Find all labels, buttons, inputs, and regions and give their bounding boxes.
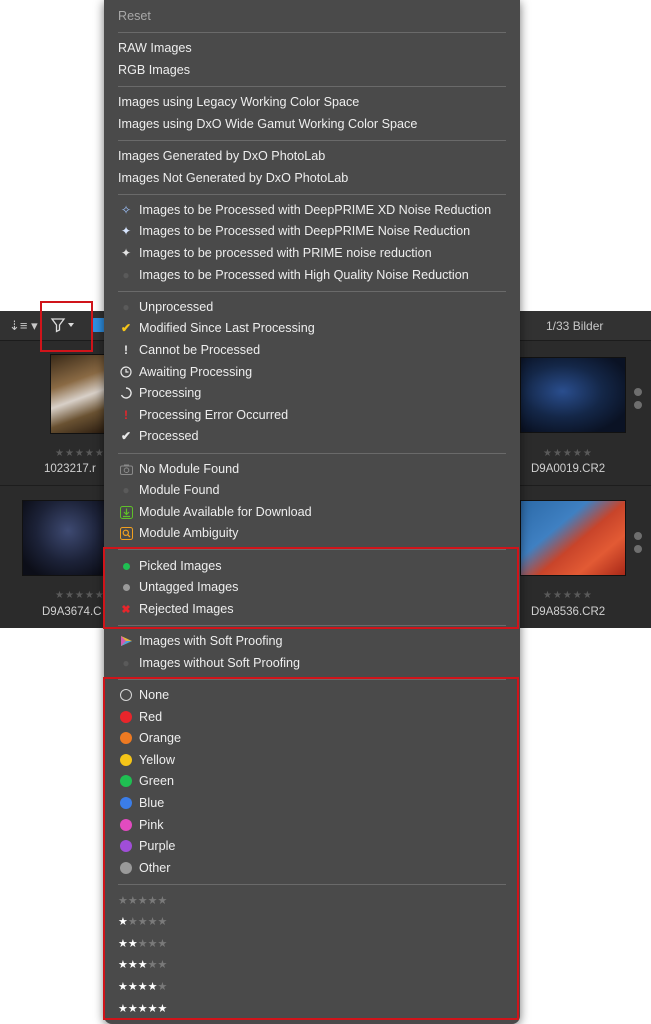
menu-item-deepprime[interactable]: ✦ Images to be Processed with DeepPRIME … bbox=[118, 221, 470, 241]
menu-item-label: Module Ambiguity bbox=[139, 526, 239, 540]
thumbnail-filename: 1023217.r bbox=[44, 463, 96, 475]
menu-item-label: Images to be processed with PRIME noise … bbox=[139, 246, 432, 260]
menu-separator bbox=[118, 32, 506, 33]
menu-item-processing-error[interactable]: ! Processing Error Occurred bbox=[118, 405, 288, 425]
menu-item-awaiting-processing[interactable]: Awaiting Processing bbox=[118, 362, 252, 382]
menu-item-label: Unprocessed bbox=[139, 300, 214, 314]
screen: ⇣≡ ▾ 1/33 Bilder ★★★★★ 1023217.r ★★★★★ D… bbox=[0, 0, 651, 1024]
sparkle-icon: ✦ bbox=[120, 246, 132, 260]
download-icon bbox=[118, 504, 134, 520]
progress-spinner-icon bbox=[118, 385, 134, 401]
thumbnail-image[interactable] bbox=[520, 500, 626, 576]
menu-item-label: Images to be Processed with DeepPRIME No… bbox=[139, 224, 471, 238]
menu-item-not-generated-by-photolab[interactable]: Images Not Generated by DxO PhotoLab bbox=[118, 168, 348, 188]
thumbnail-indicator-dots bbox=[634, 388, 642, 414]
thumbnail-filename: D9A8536.CR2 bbox=[531, 606, 606, 618]
sparkle-magic-icon: ✧ bbox=[120, 203, 132, 217]
menu-item-deepprime-xd[interactable]: ✧ Images to be Processed with DeepPRIME … bbox=[118, 200, 491, 220]
menu-item-label: Modified Since Last Processing bbox=[139, 321, 315, 335]
filter-button-highlight bbox=[40, 301, 93, 352]
thumbnail-image[interactable] bbox=[50, 354, 106, 434]
image-count: 1/33 Bilder bbox=[546, 319, 604, 333]
menu-item-label: Processed bbox=[139, 429, 199, 443]
ambiguity-search-icon bbox=[118, 525, 134, 541]
menu-separator bbox=[118, 140, 506, 141]
menu-item-rgb-images[interactable]: RGB Images bbox=[118, 60, 190, 80]
menu-item-modified-since-processing[interactable]: ✔ Modified Since Last Processing bbox=[118, 318, 315, 338]
menu-item-label: Module Found bbox=[139, 483, 220, 497]
menu-item-label: Images with Soft Proofing bbox=[139, 634, 283, 648]
thumbnail-indicator-dots bbox=[634, 532, 642, 558]
menu-item-label: Images without Soft Proofing bbox=[139, 656, 301, 670]
menu-separator bbox=[118, 453, 506, 454]
rating-stars[interactable]: ★★★★★ bbox=[543, 448, 593, 459]
menu-item-high-quality-noise[interactable]: ● Images to be Processed with High Quali… bbox=[118, 265, 469, 285]
menu-item-module-available-download[interactable]: Module Available for Download bbox=[118, 502, 312, 522]
rating-stars[interactable]: ★★★★★ bbox=[55, 590, 105, 601]
menu-item-unprocessed[interactable]: ● Unprocessed bbox=[118, 297, 213, 317]
thumbnail-filename: D9A0019.CR2 bbox=[531, 463, 606, 475]
no-soft-proofing-icon: ● bbox=[122, 656, 130, 670]
menu-item-wide-gamut-color-space[interactable]: Images using DxO Wide Gamut Working Colo… bbox=[118, 114, 417, 134]
menu-item-without-soft-proofing[interactable]: ● Images without Soft Proofing bbox=[118, 653, 300, 673]
menu-item-no-module-found[interactable]: No Module Found bbox=[118, 459, 239, 479]
exclamation-icon: ! bbox=[124, 343, 128, 357]
menu-item-processing[interactable]: Processing bbox=[118, 383, 201, 403]
menu-item-label: Awaiting Processing bbox=[139, 365, 253, 379]
menu-item-prime[interactable]: ✦ Images to be processed with PRIME nois… bbox=[118, 243, 432, 263]
tags-section-highlight bbox=[103, 547, 519, 629]
sort-icon[interactable]: ⇣≡ ▾ bbox=[9, 318, 38, 334]
module-icon: ● bbox=[122, 483, 130, 497]
menu-item-module-found[interactable]: ● Module Found bbox=[118, 480, 220, 500]
menu-item-legacy-color-space[interactable]: Images using Legacy Working Color Space bbox=[118, 92, 359, 112]
menu-item-generated-by-photolab[interactable]: Images Generated by DxO PhotoLab bbox=[118, 146, 325, 166]
thumbnail-image[interactable] bbox=[22, 500, 106, 576]
checkmark-yellow-icon: ✔ bbox=[120, 321, 132, 335]
menu-separator bbox=[118, 86, 506, 87]
menu-item-label: Processing bbox=[139, 386, 202, 400]
hq-icon: ● bbox=[122, 268, 130, 282]
checkmark-icon: ✔ bbox=[120, 429, 132, 443]
thumbnail-image[interactable] bbox=[520, 357, 626, 433]
clock-icon bbox=[118, 364, 134, 380]
error-exclamation-icon: ! bbox=[124, 408, 128, 422]
menu-item-with-soft-proofing[interactable]: Images with Soft Proofing bbox=[118, 631, 283, 651]
menu-item-processed[interactable]: ✔ Processed bbox=[118, 426, 199, 446]
menu-separator bbox=[118, 291, 506, 292]
menu-separator bbox=[118, 194, 506, 195]
menu-item-label: Images to be Processed with High Quality… bbox=[139, 268, 469, 282]
rating-stars[interactable]: ★★★★★ bbox=[55, 448, 105, 459]
menu-item-label: No Module Found bbox=[139, 462, 240, 476]
menu-item-label: Module Available for Download bbox=[139, 505, 312, 519]
menu-item-cannot-be-processed[interactable]: ! Cannot be Processed bbox=[118, 340, 260, 360]
soft-proofing-icon bbox=[118, 633, 134, 649]
rating-stars[interactable]: ★★★★★ bbox=[543, 590, 593, 601]
menu-item-label: Processing Error Occurred bbox=[139, 408, 289, 422]
menu-item-label: Images to be Processed with DeepPRIME XD… bbox=[139, 203, 492, 217]
camera-icon bbox=[118, 461, 134, 477]
sparkle-magic-icon: ✦ bbox=[120, 224, 132, 238]
color-rating-section-highlight bbox=[103, 677, 519, 1020]
menu-item-raw-images[interactable]: RAW Images bbox=[118, 38, 192, 58]
menu-item-reset[interactable]: Reset bbox=[118, 6, 151, 26]
thumbnail-filename: D9A3674.C bbox=[42, 606, 102, 618]
menu-item-label: Cannot be Processed bbox=[139, 343, 261, 357]
menu-item-module-ambiguity[interactable]: Module Ambiguity bbox=[118, 523, 238, 543]
unprocessed-icon: ● bbox=[122, 300, 130, 314]
